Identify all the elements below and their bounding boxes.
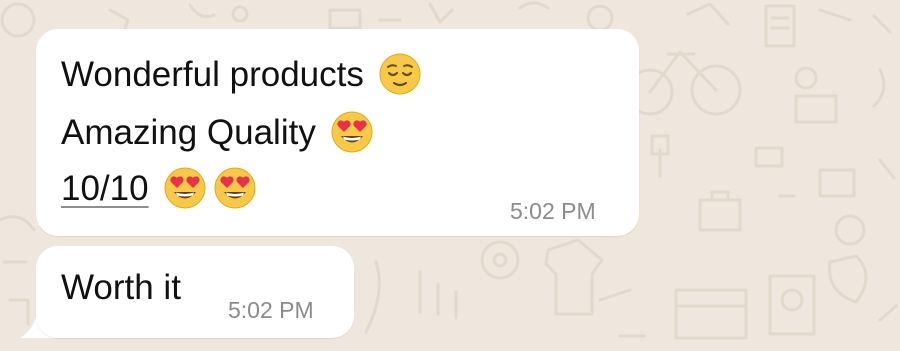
- message-line: Wonderful products: [61, 52, 422, 96]
- message-line: Amazing Quality: [61, 110, 374, 154]
- message-text: 10/10: [61, 168, 149, 208]
- heart-eyes-icon: [331, 111, 373, 153]
- message-timestamp: 5:02 PM: [228, 297, 314, 323]
- heart-eyes-icon: [164, 167, 206, 209]
- heart-eyes-icon: [214, 167, 256, 209]
- message-timestamp: 5:02 PM: [510, 198, 596, 224]
- message-text: Amazing Quality: [61, 112, 316, 152]
- message-text: Worth it: [61, 268, 181, 307]
- chat-area[interactable]: Wonderful products Amazing Quality 10/10: [0, 0, 900, 351]
- relieved-face-icon: [379, 53, 421, 95]
- message-line: 10/10: [61, 166, 257, 210]
- message-text: Wonderful products: [61, 54, 364, 94]
- message-line: Worth it: [61, 270, 181, 305]
